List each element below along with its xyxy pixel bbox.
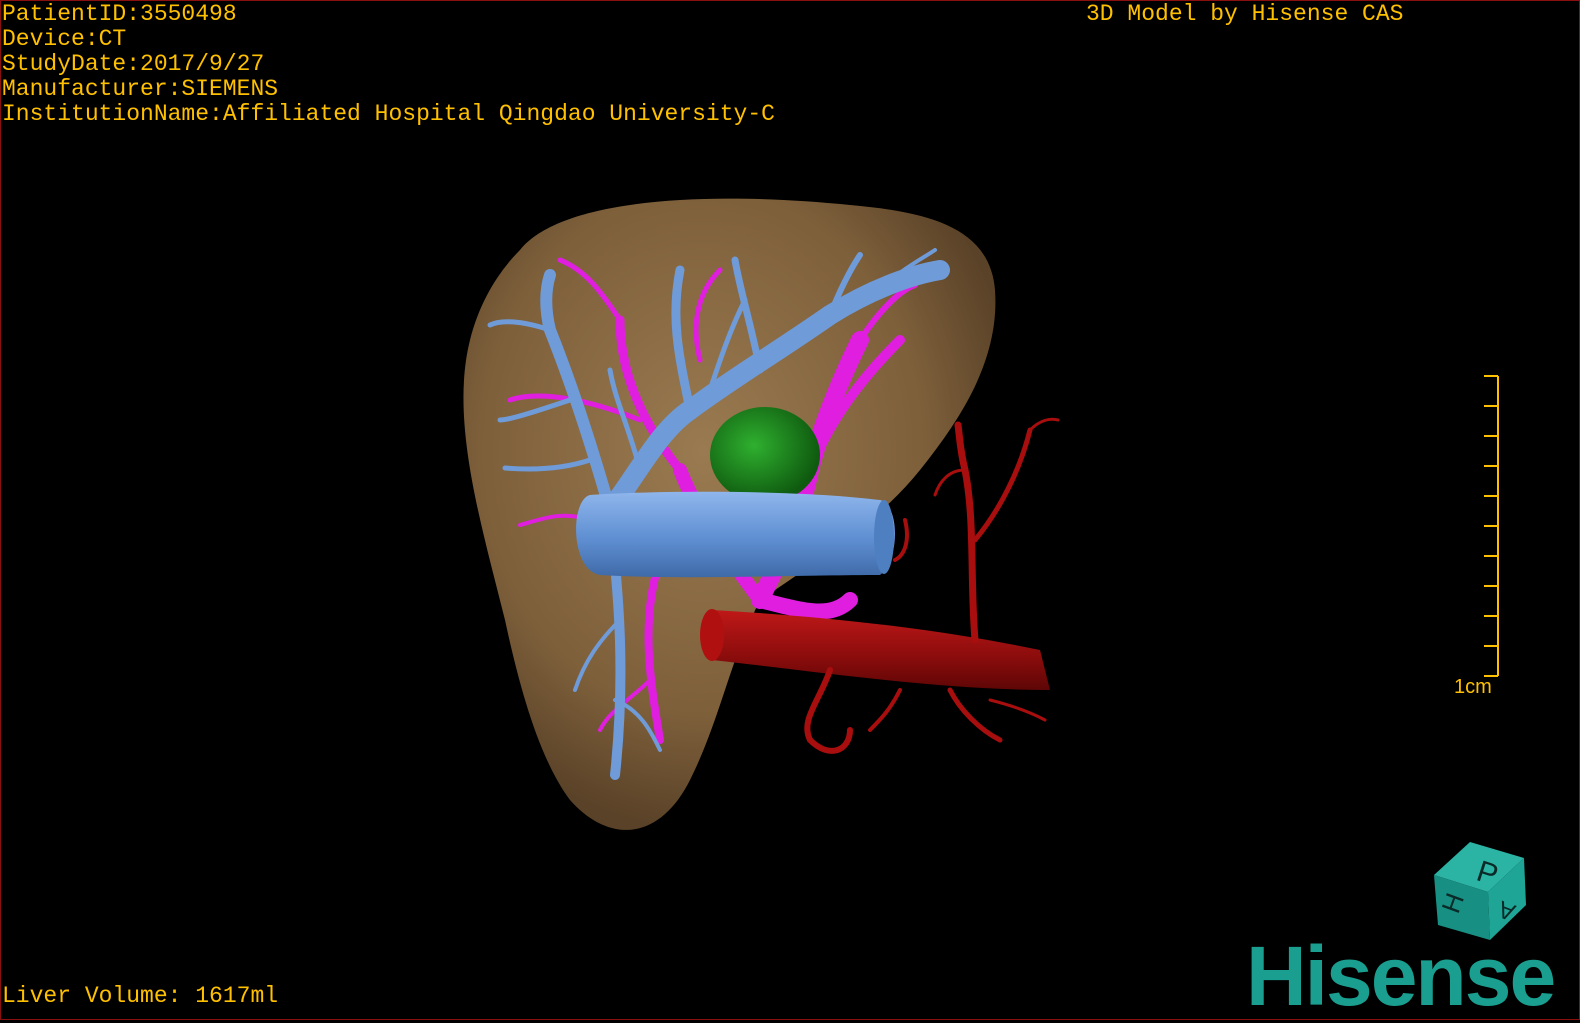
dicom-metadata: PatientID:3550498 Device:CT StudyDate:20… bbox=[2, 2, 775, 127]
liver-volume-readout: Liver Volume: 1617ml bbox=[2, 983, 279, 1009]
viewport-frame bbox=[0, 0, 1580, 1020]
study-date-label: StudyDate:2017/9/27 bbox=[2, 51, 265, 77]
patient-id-label: PatientID:3550498 bbox=[2, 1, 237, 27]
device-label: Device:CT bbox=[2, 26, 127, 52]
manufacturer-label: Manufacturer:SIEMENS bbox=[2, 76, 279, 102]
institution-label: InstitutionName:Affiliated Hospital Qing… bbox=[2, 101, 775, 127]
model-credit: 3D Model by Hisense CAS bbox=[1086, 1, 1404, 27]
scale-bar-label: 1cm bbox=[1454, 676, 1492, 698]
hisense-logo: Hisense bbox=[1246, 929, 1556, 1023]
3d-viewport[interactable]: PatientID:3550498 Device:CT StudyDate:20… bbox=[0, 0, 1580, 1020]
